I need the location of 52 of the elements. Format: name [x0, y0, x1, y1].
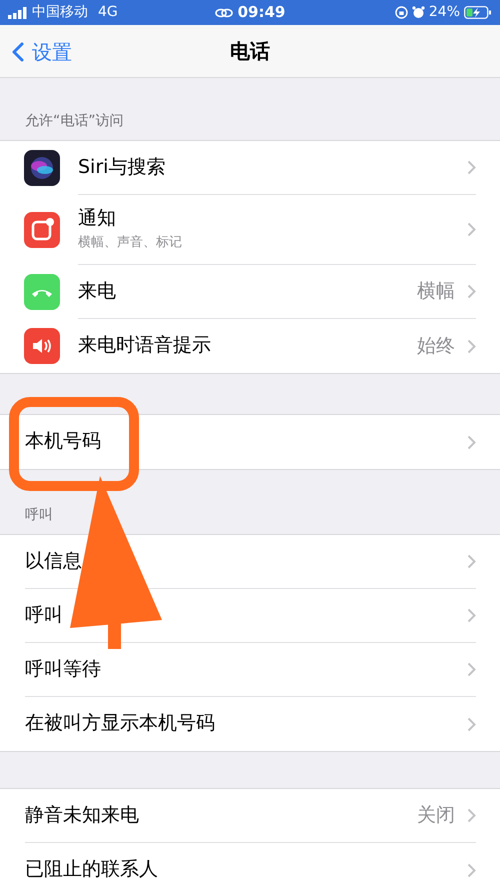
- chevron-icon: [467, 160, 476, 175]
- chevron-icon: [467, 862, 476, 878]
- settings-row[interactable]: 本机号码: [0, 415, 500, 469]
- row-subtitle: 横幅、声音、标记: [78, 234, 183, 252]
- row-label: 本机号码: [25, 430, 102, 454]
- row-label: 以信息: [25, 550, 83, 574]
- settings-row[interactable]: 已阻止的联系人: [0, 843, 500, 889]
- row-label: 呼叫等待: [25, 658, 102, 682]
- back-button[interactable]: 设置: [12, 37, 72, 67]
- settings-row[interactable]: 在被叫方显示本机号码: [0, 697, 500, 751]
- settings-row[interactable]: 静音未知来电 关闭: [0, 789, 500, 843]
- row-value: 横幅: [417, 279, 455, 304]
- speaker-icon: [24, 328, 60, 364]
- chevron-icon: [467, 434, 476, 450]
- network-type: 4G: [98, 3, 118, 22]
- chevron-icon: [467, 716, 476, 732]
- section-header: 允许“电话”访问: [25, 112, 124, 131]
- carrier-name: 中国移动: [32, 3, 88, 22]
- chevron-icon: [467, 284, 476, 299]
- section-header: 呼叫: [25, 506, 53, 525]
- chevron-icon: [467, 662, 476, 677]
- chevron-icon: [467, 554, 476, 569]
- settings-row[interactable]: 来电 横幅: [0, 265, 500, 319]
- page-title: 电话: [230, 38, 270, 65]
- settings-row[interactable]: 来电时语音提示 始终: [0, 319, 500, 373]
- siri-icon: [24, 150, 60, 186]
- settings-row[interactable]: Siri与搜索: [0, 141, 500, 195]
- chevron-icon: [467, 338, 476, 354]
- alarm-icon: [412, 6, 425, 19]
- link-icon: [214, 6, 233, 18]
- back-chevron-icon: [12, 42, 24, 62]
- settings-row[interactable]: 通知 横幅、声音、标记: [0, 195, 500, 265]
- chevron-icon: [467, 808, 476, 823]
- signal-icon: [8, 6, 28, 18]
- row-label: 呼叫: [25, 604, 64, 628]
- row-label: 已阻止的联系人: [25, 858, 159, 882]
- row-label: 来电: [78, 280, 117, 304]
- battery-icon: [464, 6, 492, 19]
- notification-icon: [24, 212, 60, 248]
- row-value: 始终: [417, 334, 455, 359]
- rotation-lock-icon: [394, 6, 408, 19]
- row-label: 来电时语音提示: [78, 334, 212, 358]
- phone-icon: [24, 274, 60, 310]
- battery-percent: 24%: [428, 3, 460, 22]
- row-label: 静音未知来电: [25, 804, 140, 828]
- clock-time: 09:49: [238, 2, 286, 24]
- row-label: 在被叫方显示本机号码: [25, 712, 216, 736]
- row-label: 通知: [78, 206, 117, 231]
- row-value: 关闭: [417, 803, 455, 828]
- chevron-icon: [467, 222, 476, 237]
- row-label: Siri与搜索: [78, 156, 166, 180]
- chevron-icon: [467, 608, 476, 623]
